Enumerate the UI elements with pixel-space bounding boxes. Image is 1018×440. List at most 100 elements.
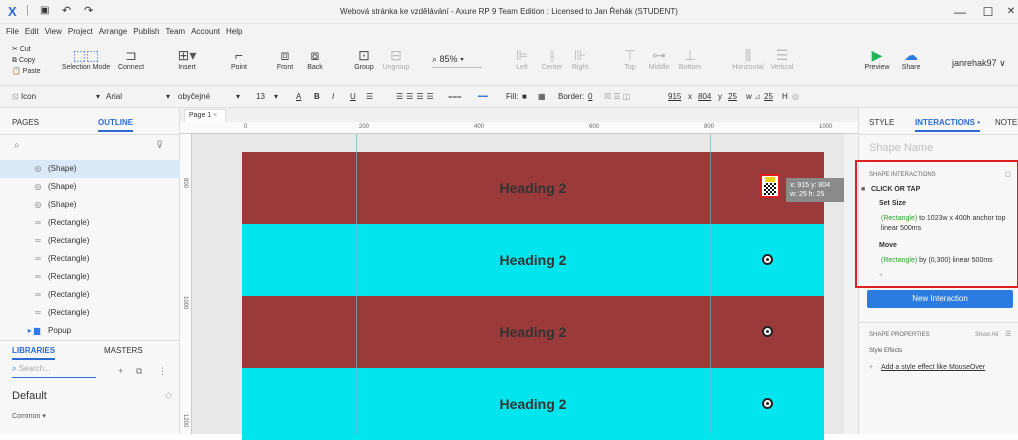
action-move-detail[interactable]: (Rectangle) by (0,300) linear 500ms bbox=[881, 256, 1015, 266]
menu-item-publish[interactable]: Publish bbox=[133, 24, 159, 40]
ungroup-button[interactable]: ⊟ Ungroup bbox=[380, 46, 412, 71]
element-type-select[interactable]: ⊡ Icon bbox=[12, 92, 36, 101]
hotspot-icon[interactable] bbox=[762, 254, 773, 265]
point-button[interactable]: ⌐ Point bbox=[224, 46, 254, 71]
outline-item[interactable]: ═ (Rectangle) bbox=[0, 214, 180, 232]
tab-pages[interactable]: PAGES bbox=[12, 118, 39, 127]
action-set-size[interactable]: Set Size bbox=[879, 200, 906, 207]
show-all-link[interactable]: Show All bbox=[975, 332, 998, 338]
align-middle-button[interactable]: ⊶ Middle bbox=[644, 46, 674, 71]
y-input[interactable]: 804 bbox=[698, 92, 711, 101]
hide-icon[interactable]: ◎ bbox=[792, 92, 799, 101]
hotspot-icon[interactable] bbox=[762, 398, 773, 409]
canvas-area[interactable]: Page 1 × 0 200 400 600 800 1000 800 1000 1200 H… bbox=[180, 108, 858, 440]
distribute-vertical-button[interactable]: ☰ Vertical bbox=[766, 46, 798, 71]
tab-outline[interactable]: OUTLINE bbox=[98, 118, 134, 132]
insert-button[interactable]: ⊞▾ Insert bbox=[172, 46, 202, 71]
hotspot-icon[interactable] bbox=[762, 326, 773, 337]
distribute-horizontal-button[interactable]: ⫼ Horizontal bbox=[730, 46, 766, 71]
list-icon[interactable]: ☰ bbox=[366, 92, 373, 101]
copy-button[interactable]: ⧉ Copy bbox=[12, 55, 41, 66]
outline-item[interactable]: ◎ (Shape) bbox=[0, 160, 180, 178]
maximize-button[interactable]: ☐ bbox=[978, 3, 998, 21]
section-rectangle[interactable]: Heading 2 bbox=[242, 296, 824, 368]
outline-item[interactable]: ═ (Rectangle) bbox=[0, 250, 180, 268]
menu-item-team[interactable]: Team bbox=[166, 24, 186, 40]
outline-item[interactable]: ═ (Rectangle) bbox=[0, 286, 180, 304]
x-input[interactable]: 915 bbox=[668, 92, 681, 101]
minimize-button[interactable]: — bbox=[950, 3, 970, 21]
library-icon[interactable]: ⧉ bbox=[136, 366, 142, 377]
selection-mode-button[interactable]: ⬚⬚ Selection Mode bbox=[60, 46, 112, 71]
outline-item[interactable]: ◎ (Shape) bbox=[0, 178, 180, 196]
text-color-icon[interactable]: A bbox=[296, 92, 301, 101]
font-size-select[interactable]: 13 bbox=[256, 92, 265, 101]
tab-masters[interactable]: MASTERS bbox=[104, 346, 143, 355]
outline-item[interactable]: ═ (Rectangle) bbox=[0, 268, 180, 286]
zoom-select[interactable]: ⌕ 85% ▾ bbox=[432, 54, 482, 68]
menu-item-account[interactable]: Account bbox=[191, 24, 220, 40]
close-icon[interactable]: × bbox=[213, 112, 217, 119]
outline-item[interactable]: ═ (Rectangle) bbox=[0, 232, 180, 250]
fill-color-swatch[interactable]: ■ bbox=[522, 92, 527, 101]
align-top-button[interactable]: ⊤ Top bbox=[618, 46, 642, 71]
add-style-effect-link[interactable]: Add a style effect like MouseOver bbox=[881, 364, 985, 371]
add-icon[interactable]: + bbox=[869, 364, 873, 371]
menu-item-help[interactable]: Help bbox=[226, 24, 242, 40]
more-actions-icon[interactable]: + bbox=[879, 272, 883, 279]
action-move[interactable]: Move bbox=[879, 242, 897, 249]
line-spacing-icon[interactable]: ⩶ bbox=[448, 92, 462, 102]
align-center-button[interactable]: ⫲ Center bbox=[538, 46, 566, 71]
paste-button[interactable]: 📋 Paste bbox=[12, 66, 41, 77]
align-left-button[interactable]: ⊫ Left bbox=[510, 46, 534, 71]
section-rectangle[interactable]: Heading 2 bbox=[242, 152, 824, 224]
menu-item-project[interactable]: Project bbox=[68, 24, 93, 40]
underline-button[interactable]: U bbox=[350, 92, 356, 101]
tab-notes[interactable]: NOTES bbox=[995, 118, 1018, 127]
h-input[interactable]: 25 bbox=[764, 92, 773, 101]
italic-button[interactable]: I bbox=[332, 92, 334, 101]
tab-style[interactable]: STYLE bbox=[869, 118, 894, 127]
border-input[interactable]: 0 bbox=[588, 92, 592, 101]
expand-icon[interactable]: ◻ bbox=[1005, 170, 1011, 178]
share-button[interactable]: ☁ Share bbox=[896, 46, 926, 71]
font-select[interactable]: Arial bbox=[106, 92, 122, 101]
add-icon[interactable]: + bbox=[118, 366, 123, 376]
page-tab[interactable]: Page 1 × bbox=[184, 109, 226, 122]
lock-ratio-icon[interactable]: ⊿ bbox=[754, 92, 761, 101]
text-align-icons[interactable]: ☰☰☰☰ bbox=[396, 92, 437, 101]
connect-button[interactable]: ⊐ Connect bbox=[114, 46, 148, 71]
border-style-icons[interactable]: ☒ ☰ ◫ bbox=[604, 92, 630, 101]
tab-interactions[interactable]: INTERACTIONS • bbox=[915, 118, 981, 132]
event-click-or-tap[interactable]: CLICK OR TAP bbox=[871, 186, 920, 193]
menu-item-edit[interactable]: Edit bbox=[25, 24, 39, 40]
more-icon[interactable]: ⋮ bbox=[158, 366, 167, 377]
align-bottom-button[interactable]: ⊥ Bottom bbox=[676, 46, 704, 71]
action-set-size-detail[interactable]: (Rectangle) to 1023w x 400h anchor top l… bbox=[881, 214, 1015, 234]
outline-item[interactable]: ═ (Rectangle) bbox=[0, 304, 180, 322]
section-rectangle[interactable]: Heading 2 bbox=[242, 368, 824, 440]
menu-item-arrange[interactable]: Arrange bbox=[99, 24, 127, 40]
close-button[interactable]: ✕ bbox=[1004, 3, 1018, 21]
library-search-input[interactable]: ⌕ Search... bbox=[12, 364, 96, 378]
w-input[interactable]: 25 bbox=[728, 92, 737, 101]
user-menu[interactable]: janrehak97 ∨ bbox=[952, 58, 1006, 69]
library-select[interactable]: Default ◇ bbox=[12, 390, 172, 404]
section-rectangle[interactable]: Heading 2 bbox=[242, 224, 824, 296]
tab-libraries[interactable]: LIBRARIES bbox=[12, 346, 56, 360]
group-button[interactable]: ⊡ Group bbox=[350, 46, 378, 71]
filter-icon[interactable]: ⊽ bbox=[156, 140, 163, 151]
event-collapse-icon[interactable]: ■ bbox=[861, 186, 865, 193]
fill-pattern-icon[interactable]: ▦ bbox=[538, 92, 546, 101]
shape-name-input[interactable]: Shape Name bbox=[869, 142, 933, 154]
preview-button[interactable]: ▶ Preview bbox=[862, 46, 892, 71]
selected-hotspot-icon[interactable] bbox=[760, 174, 780, 198]
new-interaction-button[interactable]: New Interaction bbox=[867, 290, 1013, 308]
outline-item[interactable]: ◎ (Shape) bbox=[0, 196, 180, 214]
menu-icon[interactable]: ☰ bbox=[1005, 330, 1011, 338]
cut-button[interactable]: ✂ Cut bbox=[12, 44, 41, 55]
outline-item[interactable]: ▸ ▆ Popup bbox=[0, 322, 180, 340]
common-group[interactable]: Common ▾ bbox=[12, 412, 46, 420]
line-color-icon[interactable]: ━━ bbox=[478, 92, 488, 101]
front-button[interactable]: ⧈ Front bbox=[272, 46, 298, 71]
